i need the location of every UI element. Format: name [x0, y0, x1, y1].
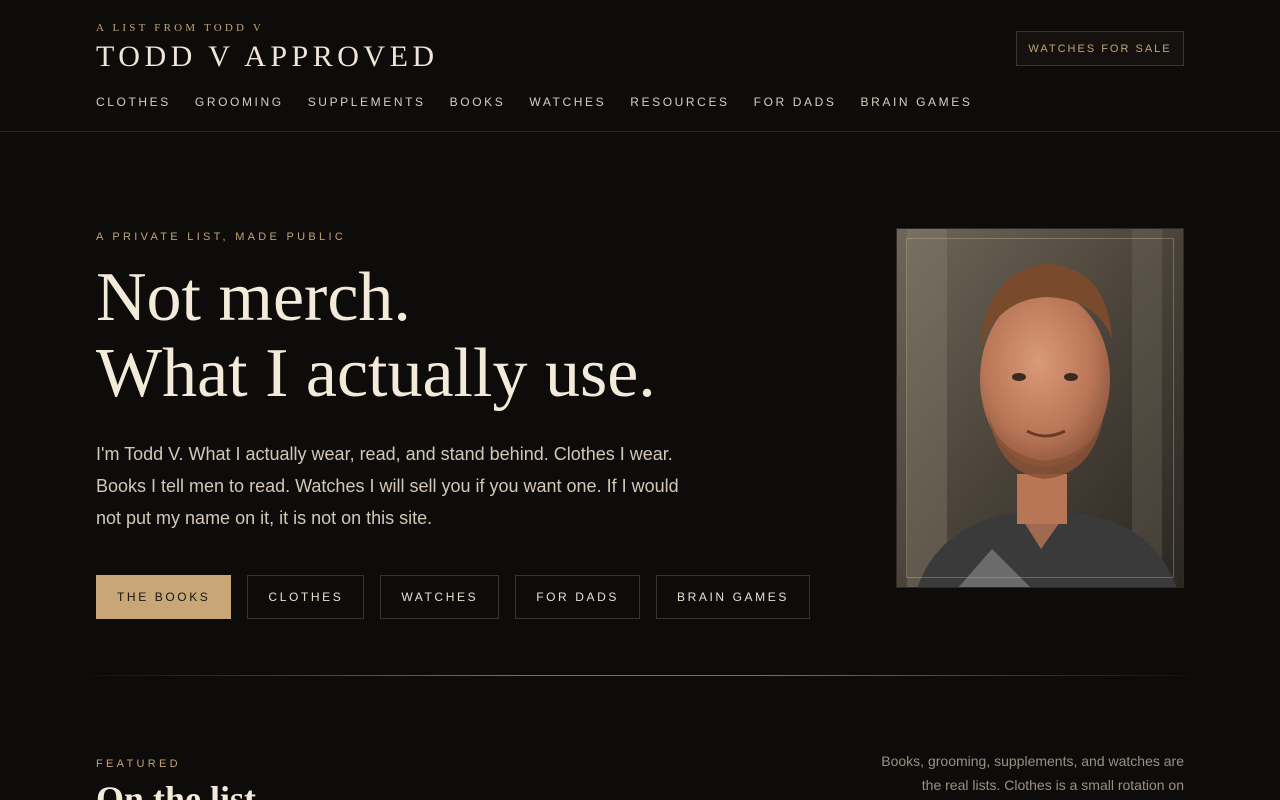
hero-intro: I'm Todd V. What I actually wear, read, … [96, 444, 679, 528]
hero-buttons: THE BOOKS CLOTHES WATCHES FOR DADS BRAIN… [96, 575, 810, 619]
hero-headline-line2: What I actually use. [96, 335, 656, 412]
nav-item-resources[interactable]: RESOURCES [630, 95, 729, 109]
featured-label: FEATURED [96, 758, 181, 770]
nav-item-watches[interactable]: WATCHES [529, 95, 606, 109]
nav-item-brain-games[interactable]: BRAIN GAMES [860, 95, 972, 109]
hero-headline: Not merch. What I actually use. [96, 260, 656, 412]
nav-item-books[interactable]: BOOKS [450, 95, 506, 109]
site-logo[interactable]: TODD V APPROVED [96, 40, 439, 74]
portrait-photo [896, 228, 1184, 588]
portrait-frame [906, 238, 1174, 578]
section-divider [72, 675, 1208, 676]
hero-kicker: A PRIVATE LIST, MADE PUBLIC [96, 231, 347, 243]
featured-title: On the list [96, 779, 257, 800]
the-books-button[interactable]: THE BOOKS [96, 575, 232, 619]
brand-eyebrow: A LIST FROM TODD V [96, 22, 265, 34]
nav-item-grooming[interactable]: GROOMING [195, 95, 284, 109]
nav-item-clothes[interactable]: CLOTHES [96, 95, 171, 109]
watches-button[interactable]: WATCHES [380, 575, 500, 619]
clothes-button[interactable]: CLOTHES [247, 575, 365, 619]
for-dads-button[interactable]: FOR DADS [515, 575, 640, 619]
hero-headline-line1: Not merch. [96, 259, 411, 336]
site-header: A LIST FROM TODD V TODD V APPROVED WATCH… [0, 0, 1280, 132]
featured-note: Books, grooming, supplements, and watche… [881, 753, 1184, 793]
nav-item-supplements[interactable]: SUPPLEMENTS [308, 95, 426, 109]
brain-games-button[interactable]: BRAIN GAMES [656, 575, 810, 619]
main-nav: CLOTHES GROOMING SUPPLEMENTS BOOKS WATCH… [96, 95, 972, 109]
nav-item-for-dads[interactable]: FOR DADS [754, 95, 837, 109]
watches-for-sale-button[interactable]: WATCHES FOR SALE [1016, 31, 1184, 66]
